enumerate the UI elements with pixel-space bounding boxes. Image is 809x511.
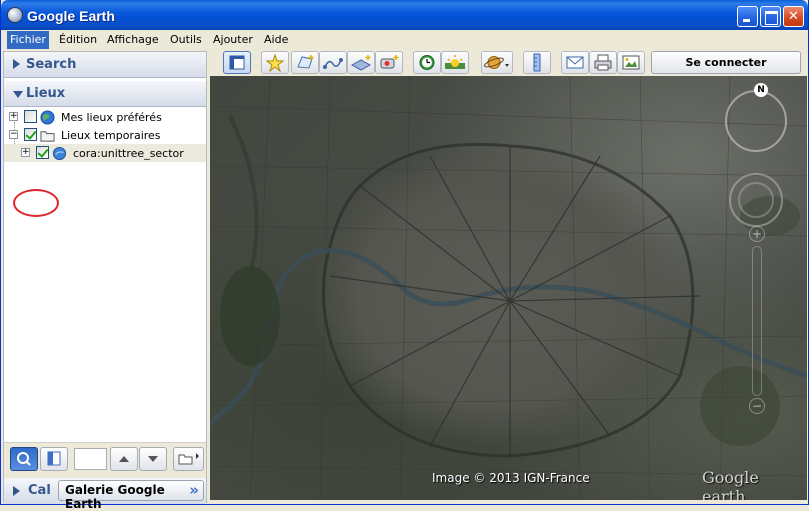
panel-icon — [47, 451, 61, 466]
google-earth-gallery-button[interactable]: Galerie Google Earth » — [58, 480, 204, 511]
search-panel-header[interactable]: Search — [4, 52, 206, 78]
magnifier-icon — [17, 452, 31, 466]
menu-aide[interactable]: Aide — [264, 33, 288, 46]
ruler-icon — [533, 53, 541, 72]
search-toggle-button[interactable] — [10, 447, 38, 471]
checkbox-mes-lieux[interactable] — [24, 110, 37, 123]
close-icon: ✕ — [788, 9, 799, 24]
add-polygon-button[interactable] — [291, 51, 319, 74]
zoom-out-icon[interactable]: − — [749, 398, 765, 414]
save-image-button[interactable] — [617, 51, 645, 74]
print-button[interactable] — [589, 51, 617, 74]
printer-icon — [594, 54, 612, 71]
ruler-button[interactable] — [523, 51, 551, 74]
double-chevron-icon: » — [189, 481, 199, 499]
add-image-overlay-button[interactable] — [347, 51, 375, 74]
tree-item-cora-layer[interactable]: + cora:unittree_sector — [4, 144, 206, 162]
city-street-network — [210, 76, 807, 500]
record-tour-icon — [380, 55, 399, 69]
pan-joystick[interactable] — [738, 182, 774, 218]
search-panel-label: Search — [26, 57, 77, 72]
clock-icon — [419, 55, 435, 70]
maximize-button[interactable] — [760, 6, 781, 27]
window-title: Google Earth — [27, 8, 115, 24]
title-bar[interactable]: Google Earth ✕ — [1, 0, 808, 30]
north-indicator[interactable]: N — [754, 83, 768, 97]
close-button[interactable]: ✕ — [783, 6, 804, 27]
zoom-slider[interactable] — [752, 246, 762, 396]
folder-menu-button[interactable] — [173, 447, 204, 471]
minimize-button[interactable] — [737, 6, 758, 27]
sidebar-icon — [229, 55, 245, 70]
menu-bar: Fichier Édition Affichage Outils Ajouter… — [1, 30, 808, 50]
checkbox-lieux-temporaires[interactable] — [24, 128, 37, 141]
earth-map-view[interactable]: N + − Image © 2013 IGN-France Google ear… — [210, 76, 807, 500]
sign-in-button[interactable]: Se connecter — [651, 51, 801, 74]
zoom-in-icon[interactable]: + — [749, 226, 765, 242]
google-earth-watermark: Google earth — [702, 468, 759, 500]
menu-fichier[interactable]: Fichier — [7, 31, 49, 49]
rank-input[interactable] — [74, 448, 107, 470]
tree-item-mes-lieux[interactable]: + Mes lieux préférés — [4, 108, 206, 126]
globe-icon — [40, 110, 55, 125]
image-overlay-icon — [350, 55, 372, 71]
collapse-icon[interactable]: − — [9, 130, 18, 139]
main-toolbar: Se connecter — [209, 51, 807, 76]
google-earth-window: Google Earth ✕ Fichier Édition Affichage… — [0, 0, 809, 511]
record-tour-button[interactable] — [375, 51, 403, 74]
planet-switch-button[interactable] — [481, 51, 513, 74]
polygon-icon — [297, 55, 314, 69]
sidebar-toggle-button[interactable] — [223, 51, 251, 74]
arrow-up-icon — [119, 456, 129, 462]
layers-panel-header[interactable]: Cal Galerie Google Earth » — [4, 478, 206, 511]
expand-icon[interactable]: + — [21, 148, 30, 157]
menu-ajouter[interactable]: Ajouter — [213, 33, 253, 46]
sidebar: Search Lieux + Mes lieux préférés − Lieu… — [3, 51, 207, 511]
add-placemark-button[interactable] — [261, 51, 289, 74]
menu-affichage[interactable]: Affichage — [107, 33, 159, 46]
gallery-button-label: Galerie Google Earth — [65, 483, 165, 511]
imagery-credit: Image © 2013 IGN-France — [432, 471, 590, 485]
menu-edition[interactable]: Édition — [59, 33, 97, 46]
checkbox-cora-layer[interactable] — [36, 146, 49, 159]
expand-arrow-icon — [13, 59, 20, 69]
kml-layer-icon — [52, 146, 67, 161]
arrow-down-icon — [148, 456, 158, 462]
tree-item-lieux-temporaires[interactable]: − Lieux temporaires — [4, 126, 206, 144]
places-panel-header[interactable]: Lieux — [4, 81, 206, 107]
panel-toggle-button[interactable] — [40, 447, 68, 471]
highlight-annotation-ring — [13, 189, 59, 217]
tree-label: Lieux temporaires — [61, 129, 161, 142]
planet-icon — [484, 56, 509, 69]
google-earth-app-icon — [7, 7, 23, 23]
layers-panel-label: Cal — [28, 483, 51, 498]
maximize-icon — [761, 7, 780, 26]
sunlight-button[interactable] — [441, 51, 469, 74]
historical-imagery-button[interactable] — [413, 51, 441, 74]
move-down-button[interactable] — [139, 447, 167, 471]
collapse-arrow-icon — [13, 91, 23, 98]
expand-arrow-icon — [13, 486, 20, 496]
places-panel-label: Lieux — [26, 86, 66, 101]
folder-icon — [40, 131, 55, 142]
path-icon — [323, 58, 343, 69]
image-icon — [622, 55, 640, 70]
tree-label: cora:unittree_sector — [73, 147, 184, 160]
placemark-icon — [265, 53, 285, 73]
expand-icon[interactable]: + — [9, 112, 18, 121]
add-path-button[interactable] — [319, 51, 347, 74]
minimize-icon — [738, 7, 757, 26]
sun-icon — [445, 55, 465, 69]
menu-outils[interactable]: Outils — [170, 33, 202, 46]
email-button[interactable] — [561, 51, 589, 74]
tree-label: Mes lieux préférés — [61, 111, 162, 124]
compass-navigation[interactable]: N — [725, 83, 787, 152]
move-up-button[interactable] — [110, 447, 138, 471]
email-icon — [566, 56, 584, 69]
folder-dropdown-icon — [178, 453, 199, 465]
